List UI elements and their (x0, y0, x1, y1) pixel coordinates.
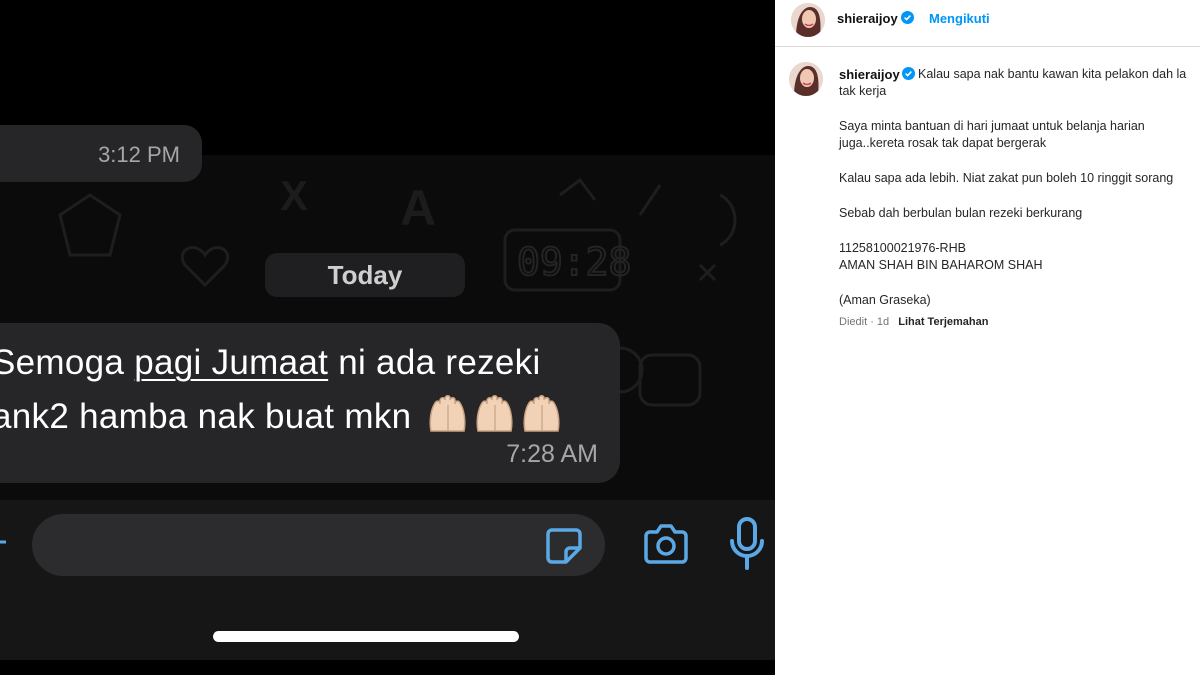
message-input[interactable] (32, 514, 605, 576)
caption-text: Sebab dah berbulan bulan rezeki berkuran… (839, 206, 1083, 220)
svg-text:09:28: 09:28 (517, 240, 631, 284)
caption-text: Kalau sapa nak bantu kawan kita pelakon … (918, 67, 1187, 81)
message-bubble[interactable]: Semoga pagi Jumaat ni ada rezeki ank2 ha… (0, 323, 620, 483)
previous-message-bubble: 3:12 PM (0, 125, 202, 182)
plus-icon[interactable] (0, 527, 8, 557)
see-translation-link[interactable]: Lihat Terjemahan (898, 316, 988, 328)
camera-icon[interactable] (642, 522, 690, 566)
home-indicator (213, 631, 519, 642)
caption-text: 11258100021976-RHB (839, 241, 966, 255)
sticker-icon[interactable] (544, 526, 584, 566)
caption-username[interactable]: shieraijoy (839, 67, 900, 82)
caption-text: AMAN SHAH BIN BAHAROM SHAH (839, 258, 1043, 272)
svg-text:X: X (280, 172, 308, 219)
avatar[interactable] (789, 62, 823, 96)
message-link[interactable]: pagi Jumaat (134, 343, 328, 382)
message-text: ank2 hamba nak buat mkn (0, 396, 412, 436)
message-time: 7:28 AM (506, 440, 598, 468)
caption-text: tak kerja (839, 84, 887, 98)
caption-text: juga..kereta rosak tak dapat bergerak (839, 136, 1047, 150)
message-line-1: Semoga pagi Jumaat ni ada rezeki (0, 343, 541, 383)
post-age: · 1d (870, 316, 890, 328)
following-button[interactable]: Mengikuti (929, 11, 990, 26)
edited-label: Diedit (839, 316, 868, 328)
post-meta: Diedit · 1d Lihat Terjemahan (839, 316, 988, 328)
message-text: Semoga (0, 343, 135, 382)
instagram-post-panel: shieraijoy Mengikuti shieraijoy Kalau sa… (775, 0, 1200, 675)
caption-text: Kalau sapa ada lebih. Niat zakat pun bol… (839, 171, 1174, 185)
message-line-2: ank2 hamba nak buat mkn (0, 395, 567, 442)
message-text: ni ada rezeki (328, 343, 541, 382)
caption-text: Saya minta bantuan di hari jumaat untuk … (839, 119, 1145, 133)
chat-screenshot: A X 09:28 3:12 PM Today Semoga pagi Juma… (0, 0, 775, 675)
avatar[interactable] (791, 3, 825, 37)
verified-badge-icon (902, 67, 915, 80)
svg-text:A: A (400, 180, 436, 236)
date-divider: Today (265, 253, 465, 297)
microphone-icon[interactable] (728, 516, 766, 572)
post-header: shieraijoy Mengikuti (775, 0, 1200, 47)
verified-badge-icon (901, 11, 914, 24)
message-time: 3:12 PM (98, 142, 180, 167)
praying-hands-emoji (427, 395, 567, 442)
username[interactable]: shieraijoy (837, 11, 898, 26)
caption-text: (Aman Graseka) (839, 293, 931, 307)
